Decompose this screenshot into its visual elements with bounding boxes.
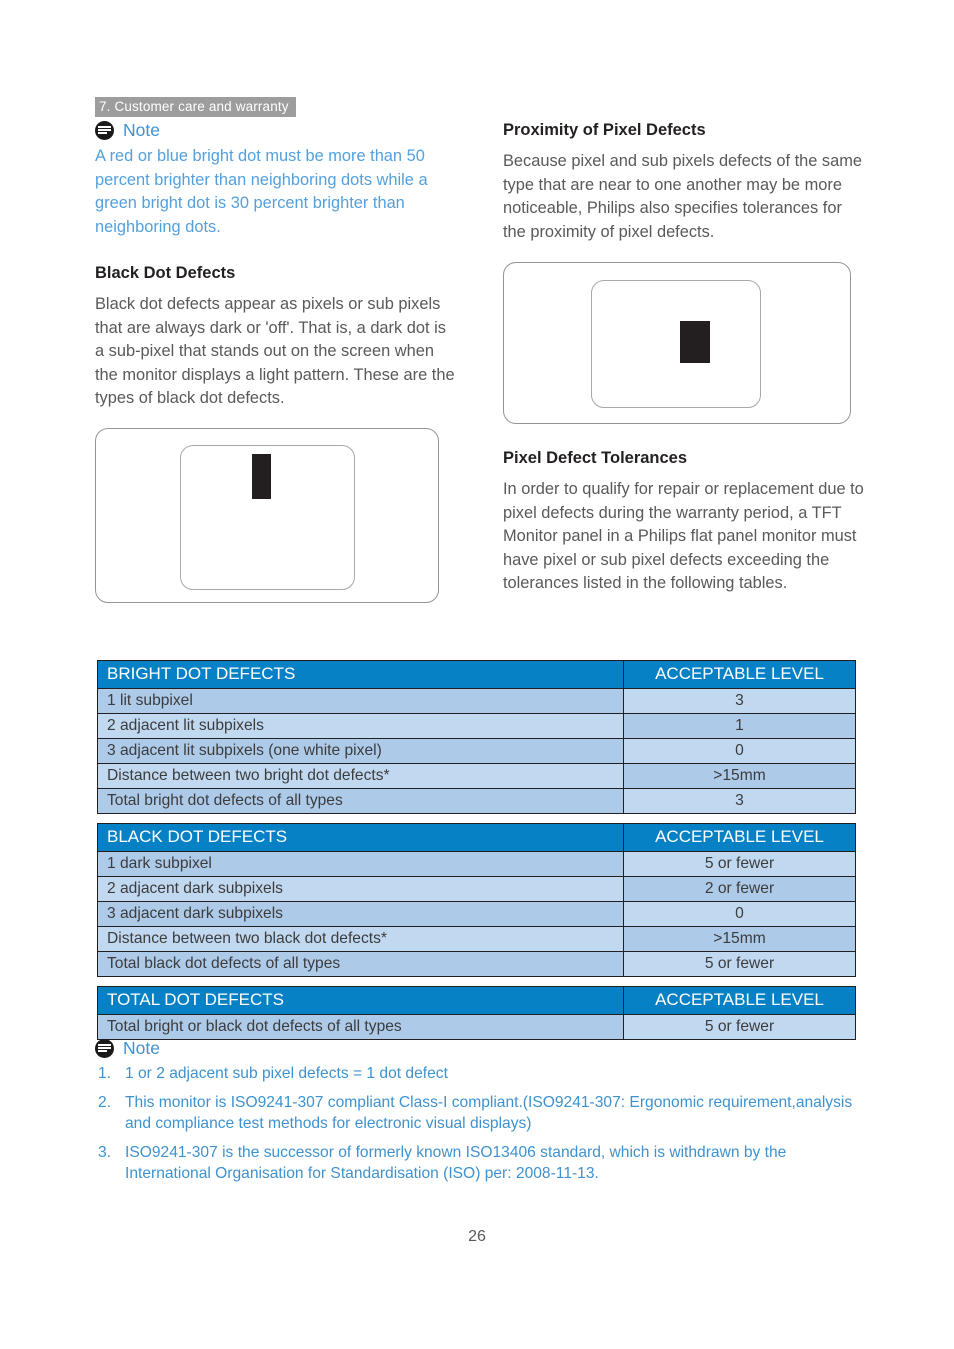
- note-header-top: Note: [95, 120, 457, 140]
- cell-level: 1: [623, 713, 856, 739]
- table-row: 3 adjacent dark subpixels 0: [97, 901, 856, 927]
- note-header-bottom: Note: [95, 1038, 865, 1058]
- heading-black-dot-defects: Black Dot Defects: [95, 264, 236, 282]
- cell-category: Total bright dot defects of all types: [97, 788, 624, 814]
- column-header-acceptable-level: ACCEPTABLE LEVEL: [623, 986, 856, 1015]
- list-item-number: 3.: [98, 1143, 112, 1161]
- table-row: Total bright or black dot defects of all…: [97, 1014, 856, 1040]
- table-row: Distance between two bright dot defects*…: [97, 763, 856, 789]
- list-item: 3. ISO9241-307 is the successor of forme…: [95, 1142, 865, 1185]
- table-row: Total bright dot defects of all types 3: [97, 788, 856, 814]
- column-header-category: BLACK DOT DEFECTS: [97, 823, 624, 852]
- cell-level: 0: [623, 738, 856, 764]
- cell-category: Distance between two black dot defects*: [97, 926, 624, 952]
- cell-level: 3: [623, 688, 856, 714]
- table-row: 1 lit subpixel 3: [97, 688, 856, 714]
- list-item-text: 1 or 2 adjacent sub pixel defects = 1 do…: [125, 1065, 448, 1082]
- cell-category: 3 adjacent lit subpixels (one white pixe…: [97, 738, 624, 764]
- list-item: 1. 1 or 2 adjacent sub pixel defects = 1…: [95, 1063, 865, 1085]
- defect-tolerance-tables: BRIGHT DOT DEFECTS ACCEPTABLE LEVEL 1 li…: [97, 660, 856, 1040]
- pixel-defect-proximity-illustration: [503, 262, 851, 424]
- note-list: 1. 1 or 2 adjacent sub pixel defects = 1…: [95, 1063, 865, 1185]
- table-row: 2 adjacent dark subpixels 2 or fewer: [97, 876, 856, 902]
- running-header: 7. Customer care and warranty: [95, 97, 296, 117]
- list-item-number: 1.: [98, 1065, 112, 1082]
- right-column: Proximity of Pixel Defects Because pixel…: [503, 120, 865, 596]
- black-dot-marker: [252, 453, 271, 499]
- cell-category: Total bright or black dot defects of all…: [97, 1014, 624, 1040]
- note-title: Note: [123, 1038, 160, 1058]
- table-bright-dot-defects: BRIGHT DOT DEFECTS ACCEPTABLE LEVEL 1 li…: [97, 660, 856, 814]
- monitor-screen-outline: [591, 280, 761, 408]
- cell-category: Total black dot defects of all types: [97, 951, 624, 977]
- cell-level: 5 or fewer: [623, 951, 856, 977]
- black-dot-marker: [680, 321, 710, 363]
- table-row: Distance between two black dot defects* …: [97, 926, 856, 952]
- list-item-number: 2.: [98, 1093, 112, 1111]
- column-header-acceptable-level: ACCEPTABLE LEVEL: [623, 823, 856, 852]
- cell-level: 5 or fewer: [623, 1014, 856, 1040]
- list-item-text: ISO9241-307 is the successor of formerly…: [125, 1143, 787, 1183]
- note-text-top: A red or blue bright dot must be more th…: [95, 147, 428, 236]
- cell-level: 2 or fewer: [623, 876, 856, 902]
- cell-category: 2 adjacent dark subpixels: [97, 876, 624, 902]
- cell-category: 1 lit subpixel: [97, 688, 624, 714]
- cell-level: 0: [623, 901, 856, 927]
- note-bottom: Note 1. 1 or 2 adjacent sub pixel defect…: [95, 1038, 865, 1192]
- left-column: Note A red or blue bright dot must be mo…: [95, 120, 457, 603]
- paragraph-pixel-defect-tolerances: In order to qualify for repair or replac…: [503, 480, 864, 592]
- cell-level: 5 or fewer: [623, 851, 856, 877]
- list-item: 2. This monitor is ISO9241-307 compliant…: [95, 1092, 865, 1135]
- list-item-text: This monitor is ISO9241-307 compliant Cl…: [125, 1093, 853, 1133]
- cell-category: Distance between two bright dot defects*: [97, 763, 624, 789]
- table-row: Total black dot defects of all types 5 o…: [97, 951, 856, 977]
- column-header-acceptable-level: ACCEPTABLE LEVEL: [623, 660, 856, 689]
- table-header-row: TOTAL DOT DEFECTS ACCEPTABLE LEVEL: [97, 986, 856, 1015]
- table-header-row: BRIGHT DOT DEFECTS ACCEPTABLE LEVEL: [97, 660, 856, 689]
- note-icon: [95, 1038, 114, 1058]
- cell-level: >15mm: [623, 763, 856, 789]
- note-title: Note: [123, 120, 160, 140]
- heading-pixel-defect-tolerances: Pixel Defect Tolerances: [503, 449, 688, 467]
- cell-category: 1 dark subpixel: [97, 851, 624, 877]
- table-row: 2 adjacent lit subpixels 1: [97, 713, 856, 739]
- page-number: 26: [468, 1228, 486, 1245]
- table-total-dot-defects: TOTAL DOT DEFECTS ACCEPTABLE LEVEL Total…: [97, 986, 856, 1040]
- cell-category: 2 adjacent lit subpixels: [97, 713, 624, 739]
- column-header-category: TOTAL DOT DEFECTS: [97, 986, 624, 1015]
- cell-level: 3: [623, 788, 856, 814]
- paragraph-proximity-of-pixel-defects: Because pixel and sub pixels defects of …: [503, 152, 862, 241]
- table-row: 3 adjacent lit subpixels (one white pixe…: [97, 738, 856, 764]
- note-icon: [95, 120, 114, 140]
- table-black-dot-defects: BLACK DOT DEFECTS ACCEPTABLE LEVEL 1 dar…: [97, 823, 856, 977]
- heading-proximity-of-pixel-defects: Proximity of Pixel Defects: [503, 121, 706, 139]
- cell-level: >15mm: [623, 926, 856, 952]
- black-dot-defect-illustration: [95, 427, 439, 603]
- document-page: 7. Customer care and warranty Note A red…: [0, 0, 954, 1349]
- paragraph-black-dot-defects: Black dot defects appear as pixels or su…: [95, 295, 455, 407]
- table-header-row: BLACK DOT DEFECTS ACCEPTABLE LEVEL: [97, 823, 856, 852]
- cell-category: 3 adjacent dark subpixels: [97, 901, 624, 927]
- table-row: 1 dark subpixel 5 or fewer: [97, 851, 856, 877]
- column-header-category: BRIGHT DOT DEFECTS: [97, 660, 624, 689]
